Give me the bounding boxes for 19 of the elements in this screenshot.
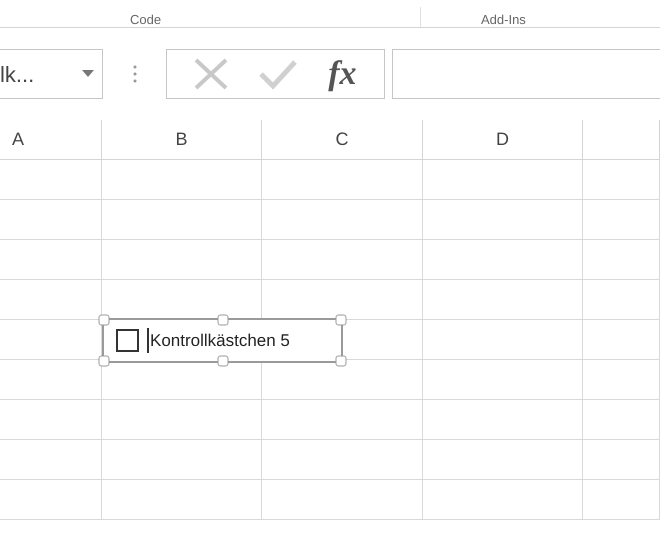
ribbon-group-label: Code [130,13,162,27]
resize-handle[interactable] [98,314,110,326]
resize-handle[interactable] [98,356,110,366]
column-header[interactable]: D [496,126,509,153]
name-box[interactable]: lk... [0,49,103,99]
resize-handle[interactable] [217,356,228,366]
column-header[interactable]: B [175,126,188,153]
column-header[interactable]: C [336,126,348,153]
more-options-icon[interactable] [132,64,136,84]
checkmark-icon[interactable] [259,58,298,90]
dropdown-arrow-icon [82,70,94,78]
resize-handle[interactable] [217,314,228,326]
ribbon-group-label: Add-Ins [481,13,526,27]
resize-handle[interactable] [336,356,346,366]
resize-handle[interactable] [336,314,346,326]
column-header[interactable]: A [12,126,24,153]
insert-function-button[interactable]: fx [328,57,357,91]
formula-input[interactable] [392,49,660,99]
cancel-icon[interactable] [194,58,228,90]
